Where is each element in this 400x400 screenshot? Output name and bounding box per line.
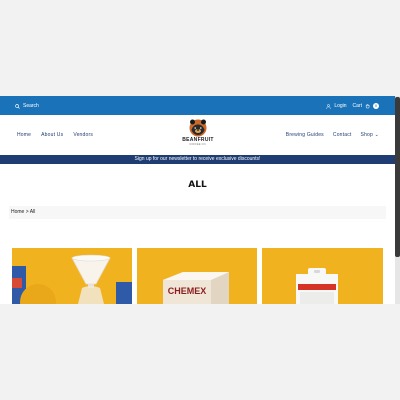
nav-item-vendors[interactable]: Vendors [73,132,93,138]
product-image [12,248,132,304]
nav-item-home[interactable]: Home [17,132,31,138]
nav-shop-label: Shop [360,132,374,138]
nav-item-about-us[interactable]: About Us [41,132,63,138]
newsletter-banner[interactable]: Sign up for our newsletter to receive ex… [0,155,395,164]
scrollbar-thumb[interactable] [395,97,400,257]
top-bar: Search Login Cart 0 [0,96,395,115]
logo-tagline: COFFEE CO. [189,143,207,146]
search-icon [15,103,20,109]
cart-link[interactable]: Cart [353,103,362,109]
product-card[interactable]: CHEMEX [137,248,257,304]
product-image: CHEMEX [137,248,257,304]
product-grid: CHEMEX [12,248,383,304]
bear-logo-icon [189,119,207,137]
nav-item-contact[interactable]: Contact [333,132,352,138]
user-icon [326,103,332,109]
nav-item-shop[interactable]: Shop ⌄ [361,132,379,138]
page-title: ALL [188,180,207,190]
account-area: Login Cart 0 [326,103,379,109]
cart-icon[interactable] [365,103,370,109]
search-label: Search [23,103,39,109]
site-logo[interactable]: BEANFRUIT COFFEE CO. [182,118,214,146]
product-card[interactable] [262,248,383,304]
nav-item-brewing-guides[interactable]: Brewing Guides [286,132,324,138]
cart-count-badge: 0 [373,103,379,109]
breadcrumb[interactable]: Home > All [9,206,386,219]
main-navigation: Home About Us Vendors BEANFRUIT COFFEE C… [0,115,395,153]
login-link[interactable]: Login [334,103,346,109]
chemex-box-label: CHEMEX [168,286,207,296]
store-page: Search Login Cart 0 Home About Us Vendor… [0,96,395,304]
product-card[interactable] [12,248,132,304]
chevron-down-icon: ⌄ [374,132,379,138]
product-image [262,248,383,304]
search-button[interactable]: Search [15,103,39,109]
